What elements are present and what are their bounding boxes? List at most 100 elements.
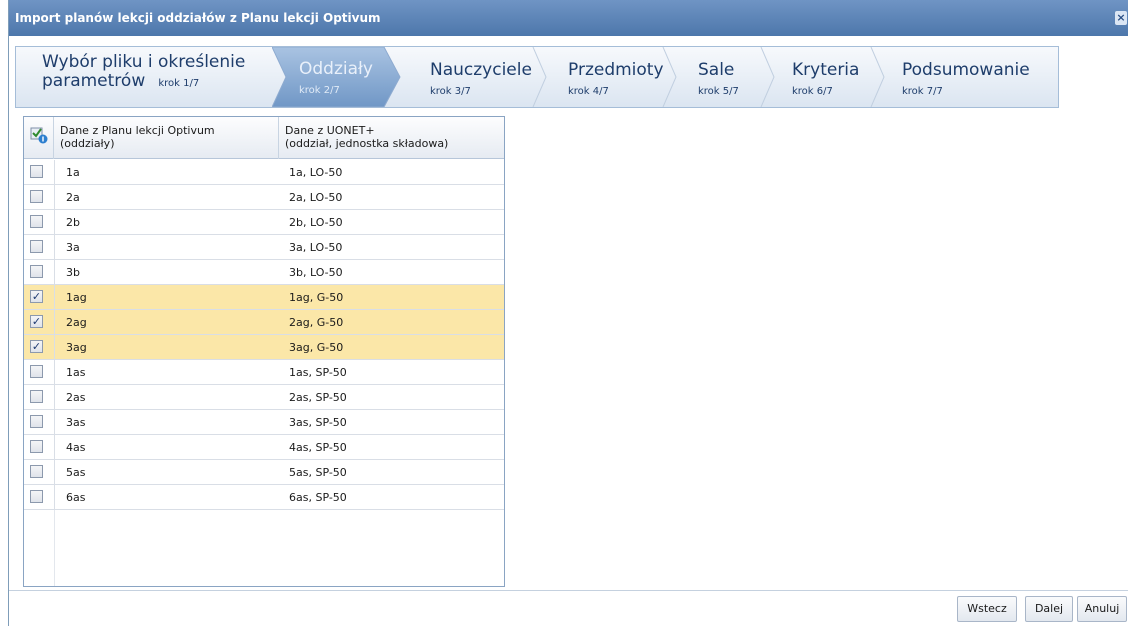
target-class-cell: 2as, SP-50 xyxy=(289,391,347,404)
target-class-cell: 2a, LO-50 xyxy=(289,191,343,204)
table-row[interactable]: 4as 4as, SP-50 xyxy=(24,435,504,460)
row-checkbox[interactable]: ✓ xyxy=(30,315,43,328)
target-class-cell: 3as, SP-50 xyxy=(289,416,347,429)
column-divider xyxy=(54,360,55,385)
row-checkbox[interactable] xyxy=(30,190,43,203)
column-divider xyxy=(54,485,55,510)
row-checkbox[interactable] xyxy=(30,440,43,453)
grid-header: Dane z Planu lekcji Optivum (oddziały) D… xyxy=(24,117,504,159)
wizard-step-1[interactable]: Wybór pliku i określenie parametrów krok… xyxy=(42,53,245,113)
source-class-cell: 3as xyxy=(66,416,86,429)
row-checkbox[interactable] xyxy=(30,165,43,178)
step-6-sub: krok 6/7 xyxy=(792,86,833,97)
target-class-cell: 3ag, G-50 xyxy=(289,341,344,354)
table-row[interactable]: 1a 1a, LO-50 xyxy=(24,160,504,185)
table-row[interactable]: 3b 3b, LO-50 xyxy=(24,260,504,285)
step-2-title: Oddziały xyxy=(299,59,373,79)
target-class-cell: 5as, SP-50 xyxy=(289,466,347,479)
step-4-sub: krok 4/7 xyxy=(568,86,609,97)
classes-grid: Dane z Planu lekcji Optivum (oddziały) D… xyxy=(23,116,505,587)
column-header-source[interactable]: Dane z Planu lekcji Optivum (oddziały) xyxy=(54,117,279,159)
source-class-cell: 6as xyxy=(66,491,86,504)
next-button[interactable]: Dalej xyxy=(1025,596,1073,622)
source-class-cell: 1a xyxy=(66,166,80,179)
source-class-cell: 2as xyxy=(66,391,86,404)
row-checkbox[interactable]: ✓ xyxy=(30,290,43,303)
column-divider xyxy=(54,335,55,360)
table-row[interactable]: ✓ 3ag 3ag, G-50 xyxy=(24,335,504,360)
wizard-step-2-active[interactable]: Oddziały krok 2/7 xyxy=(272,47,401,107)
wizard-step-4[interactable]: Przedmioty krok 4/7 xyxy=(546,47,677,107)
column-divider xyxy=(54,285,55,310)
source-class-cell: 5as xyxy=(66,466,86,479)
source-class-cell: 4as xyxy=(66,441,86,454)
step-4-title: Przedmioty xyxy=(568,60,664,80)
select-all-header[interactable] xyxy=(24,117,54,159)
row-checkbox[interactable]: ✓ xyxy=(30,340,43,353)
table-row[interactable]: 2a 2a, LO-50 xyxy=(24,185,504,210)
column-divider xyxy=(54,210,55,235)
target-class-cell: 2ag, G-50 xyxy=(289,316,344,329)
target-class-cell: 2b, LO-50 xyxy=(289,216,343,229)
row-checkbox[interactable] xyxy=(30,265,43,278)
target-class-cell: 1a, LO-50 xyxy=(289,166,343,179)
import-dialog: Import planów lekcji oddziałów z Planu l… xyxy=(8,0,1128,626)
table-row[interactable]: ✓ 1ag 1ag, G-50 xyxy=(24,285,504,310)
target-class-cell: 3b, LO-50 xyxy=(289,266,343,279)
table-row[interactable]: 3as 3as, SP-50 xyxy=(24,410,504,435)
column-divider xyxy=(54,310,55,335)
row-checkbox[interactable] xyxy=(30,390,43,403)
source-class-cell: 1as xyxy=(66,366,86,379)
target-class-cell: 3a, LO-50 xyxy=(289,241,343,254)
row-checkbox[interactable] xyxy=(30,240,43,253)
column-divider xyxy=(54,185,55,210)
step-1-title: Wybór pliku i określenie xyxy=(42,52,246,72)
source-class-cell: 2a xyxy=(66,191,80,204)
column-divider xyxy=(54,260,55,285)
source-class-cell: 3b xyxy=(66,266,80,279)
target-class-cell: 1as, SP-50 xyxy=(289,366,347,379)
target-class-cell: 6as, SP-50 xyxy=(289,491,347,504)
cancel-button[interactable]: Anuluj xyxy=(1077,596,1127,622)
row-checkbox[interactable] xyxy=(30,465,43,478)
dialog-title: Import planów lekcji oddziałów z Planu l… xyxy=(15,11,381,25)
step-3-sub: krok 3/7 xyxy=(430,86,471,97)
source-class-cell: 2b xyxy=(66,216,80,229)
wizard-step-3[interactable]: Nauczyciele krok 3/7 xyxy=(414,47,547,107)
row-checkbox[interactable] xyxy=(30,215,43,228)
source-class-cell: 3a xyxy=(66,241,80,254)
column-header-target[interactable]: Dane z UONET+ (oddział, jednostka składo… xyxy=(279,117,504,159)
target-class-cell: 1ag, G-50 xyxy=(289,291,344,304)
table-row[interactable]: 5as 5as, SP-50 xyxy=(24,460,504,485)
step-2-sub: krok 2/7 xyxy=(299,85,340,96)
source-class-cell: 3ag xyxy=(66,341,87,354)
table-row[interactable]: 6as 6as, SP-50 xyxy=(24,485,504,510)
step-1-sub: krok 1/7 xyxy=(158,78,200,89)
column-divider xyxy=(54,235,55,260)
table-row[interactable]: 1as 1as, SP-50 xyxy=(24,360,504,385)
table-row[interactable]: 3a 3a, LO-50 xyxy=(24,235,504,260)
column-divider xyxy=(54,385,55,410)
row-checkbox[interactable] xyxy=(30,490,43,503)
table-row[interactable]: ✓ 2ag 2ag, G-50 xyxy=(24,310,504,335)
close-icon[interactable]: × xyxy=(1115,11,1127,25)
step-7-sub: krok 7/7 xyxy=(902,86,943,97)
wizard-step-7[interactable]: Podsumowanie krok 7/7 xyxy=(884,47,1054,107)
step-5-sub: krok 5/7 xyxy=(698,86,739,97)
dialog-titlebar: Import planów lekcji oddziałów z Planu l… xyxy=(9,0,1128,36)
column-divider xyxy=(54,435,55,460)
back-button[interactable]: Wstecz xyxy=(957,596,1017,622)
table-row[interactable]: 2b 2b, LO-50 xyxy=(24,210,504,235)
column-divider xyxy=(54,460,55,485)
row-checkbox[interactable] xyxy=(30,415,43,428)
row-checkbox[interactable] xyxy=(30,365,43,378)
wizard-steps: Wybór pliku i określenie parametrów krok… xyxy=(15,46,1059,108)
wizard-step-6[interactable]: Kryteria krok 6/7 xyxy=(774,47,885,107)
source-class-cell: 2ag xyxy=(66,316,87,329)
step-5-title: Sale xyxy=(698,60,735,80)
table-row[interactable]: 2as 2as, SP-50 xyxy=(24,385,504,410)
dialog-footer: Wstecz Dalej Anuluj xyxy=(9,590,1128,626)
source-class-cell: 1ag xyxy=(66,291,87,304)
select-all-icon[interactable] xyxy=(30,126,48,144)
wizard-step-5[interactable]: Sale krok 5/7 xyxy=(676,47,775,107)
